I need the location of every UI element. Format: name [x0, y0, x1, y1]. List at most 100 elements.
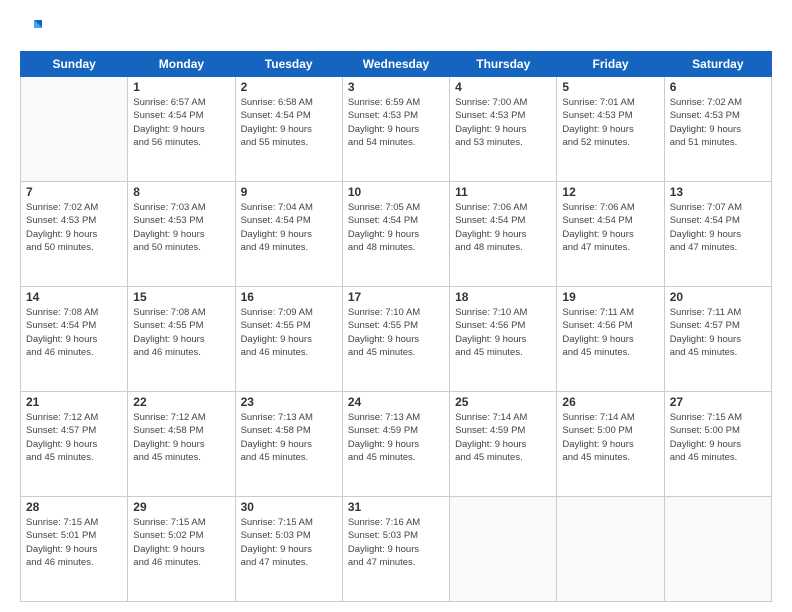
weekday-header: Friday — [557, 52, 664, 77]
weekday-header: Tuesday — [235, 52, 342, 77]
day-number: 1 — [133, 80, 229, 94]
calendar-day-cell: 28 Sunrise: 7:15 AM Sunset: 5:01 PM Dayli… — [21, 497, 128, 602]
day-number: 16 — [241, 290, 337, 304]
day-number: 21 — [26, 395, 122, 409]
calendar-day-cell: 27 Sunrise: 7:15 AM Sunset: 5:00 PM Dayli… — [664, 392, 771, 497]
day-info: Sunrise: 7:14 AM Sunset: 4:59 PM Dayligh… — [455, 411, 551, 464]
day-info: Sunrise: 6:58 AM Sunset: 4:54 PM Dayligh… — [241, 96, 337, 149]
day-info: Sunrise: 7:06 AM Sunset: 4:54 PM Dayligh… — [455, 201, 551, 254]
weekday-header: Wednesday — [342, 52, 449, 77]
day-info: Sunrise: 7:16 AM Sunset: 5:03 PM Dayligh… — [348, 516, 444, 569]
day-number: 8 — [133, 185, 229, 199]
header — [20, 16, 772, 43]
day-info: Sunrise: 7:03 AM Sunset: 4:53 PM Dayligh… — [133, 201, 229, 254]
day-info: Sunrise: 7:11 AM Sunset: 4:57 PM Dayligh… — [670, 306, 766, 359]
day-number: 23 — [241, 395, 337, 409]
calendar-day-cell: 22 Sunrise: 7:12 AM Sunset: 4:58 PM Dayli… — [128, 392, 235, 497]
day-info: Sunrise: 7:00 AM Sunset: 4:53 PM Dayligh… — [455, 96, 551, 149]
calendar-day-cell: 24 Sunrise: 7:13 AM Sunset: 4:59 PM Dayli… — [342, 392, 449, 497]
calendar-day-cell: 29Sunrise: 7:15 AM Sunset: 5:02 PM Dayli… — [128, 497, 235, 602]
calendar-day-cell: 5 Sunrise: 7:01 AM Sunset: 4:53 PM Daylig… — [557, 77, 664, 182]
day-info: Sunrise: 7:11 AM Sunset: 4:56 PM Dayligh… — [562, 306, 658, 359]
calendar-day-cell: 26 Sunrise: 7:14 AM Sunset: 5:00 PM Dayli… — [557, 392, 664, 497]
calendar-week-row: 21 Sunrise: 7:12 AM Sunset: 4:57 PM Dayli… — [21, 392, 772, 497]
calendar-day-cell: 15Sunrise: 7:08 AM Sunset: 4:55 PM Dayli… — [128, 287, 235, 392]
day-number: 27 — [670, 395, 766, 409]
day-info: Sunrise: 7:15 AM Sunset: 5:01 PM Dayligh… — [26, 516, 122, 569]
weekday-header: Thursday — [450, 52, 557, 77]
calendar-day-cell — [450, 497, 557, 602]
weekday-header: Monday — [128, 52, 235, 77]
day-number: 22 — [133, 395, 229, 409]
calendar-day-cell: 18Sunrise: 7:10 AM Sunset: 4:56 PM Dayli… — [450, 287, 557, 392]
calendar-day-cell: 9Sunrise: 7:04 AM Sunset: 4:54 PM Daylig… — [235, 182, 342, 287]
calendar-day-cell: 23 Sunrise: 7:13 AM Sunset: 4:58 PM Dayli… — [235, 392, 342, 497]
calendar-day-cell: 1 Sunrise: 6:57 AM Sunset: 4:54 PM Daylig… — [128, 77, 235, 182]
calendar-day-cell: 21 Sunrise: 7:12 AM Sunset: 4:57 PM Dayli… — [21, 392, 128, 497]
logo-icon — [20, 16, 42, 38]
day-number: 31 — [348, 500, 444, 514]
calendar-day-cell: 16Sunrise: 7:09 AM Sunset: 4:55 PM Dayli… — [235, 287, 342, 392]
calendar-day-cell: 7Sunrise: 7:02 AM Sunset: 4:53 PM Daylig… — [21, 182, 128, 287]
calendar-week-row: 1 Sunrise: 6:57 AM Sunset: 4:54 PM Daylig… — [21, 77, 772, 182]
calendar-day-cell: 11 Sunrise: 7:06 AM Sunset: 4:54 PM Dayli… — [450, 182, 557, 287]
calendar-day-cell: 3 Sunrise: 6:59 AM Sunset: 4:53 PM Daylig… — [342, 77, 449, 182]
day-info: Sunrise: 7:06 AM Sunset: 4:54 PM Dayligh… — [562, 201, 658, 254]
day-number: 28 — [26, 500, 122, 514]
day-number: 5 — [562, 80, 658, 94]
day-info: Sunrise: 7:15 AM Sunset: 5:02 PM Dayligh… — [133, 516, 229, 569]
day-info: Sunrise: 6:59 AM Sunset: 4:53 PM Dayligh… — [348, 96, 444, 149]
calendar-week-row: 28 Sunrise: 7:15 AM Sunset: 5:01 PM Dayli… — [21, 497, 772, 602]
day-info: Sunrise: 7:13 AM Sunset: 4:58 PM Dayligh… — [241, 411, 337, 464]
day-info: Sunrise: 7:14 AM Sunset: 5:00 PM Dayligh… — [562, 411, 658, 464]
logo — [20, 16, 46, 43]
day-number: 24 — [348, 395, 444, 409]
calendar-day-cell — [664, 497, 771, 602]
calendar-day-cell: 14 Sunrise: 7:08 AM Sunset: 4:54 PM Dayli… — [21, 287, 128, 392]
day-info: Sunrise: 7:12 AM Sunset: 4:57 PM Dayligh… — [26, 411, 122, 464]
day-info: Sunrise: 7:08 AM Sunset: 4:54 PM Dayligh… — [26, 306, 122, 359]
day-info: Sunrise: 7:15 AM Sunset: 5:03 PM Dayligh… — [241, 516, 337, 569]
calendar-day-cell: 2Sunrise: 6:58 AM Sunset: 4:54 PM Daylig… — [235, 77, 342, 182]
day-info: Sunrise: 7:13 AM Sunset: 4:59 PM Dayligh… — [348, 411, 444, 464]
calendar-day-cell: 31 Sunrise: 7:16 AM Sunset: 5:03 PM Dayli… — [342, 497, 449, 602]
page: SundayMondayTuesdayWednesdayThursdayFrid… — [0, 0, 792, 612]
day-number: 11 — [455, 185, 551, 199]
day-info: Sunrise: 7:05 AM Sunset: 4:54 PM Dayligh… — [348, 201, 444, 254]
day-number: 7 — [26, 185, 122, 199]
day-number: 30 — [241, 500, 337, 514]
calendar-day-cell: 4 Sunrise: 7:00 AM Sunset: 4:53 PM Daylig… — [450, 77, 557, 182]
calendar-day-cell: 13Sunrise: 7:07 AM Sunset: 4:54 PM Dayli… — [664, 182, 771, 287]
day-info: Sunrise: 6:57 AM Sunset: 4:54 PM Dayligh… — [133, 96, 229, 149]
day-number: 9 — [241, 185, 337, 199]
day-number: 20 — [670, 290, 766, 304]
day-number: 3 — [348, 80, 444, 94]
calendar-day-cell: 30 Sunrise: 7:15 AM Sunset: 5:03 PM Dayli… — [235, 497, 342, 602]
calendar-day-cell: 19 Sunrise: 7:11 AM Sunset: 4:56 PM Dayli… — [557, 287, 664, 392]
calendar-day-cell: 12 Sunrise: 7:06 AM Sunset: 4:54 PM Dayli… — [557, 182, 664, 287]
day-info: Sunrise: 7:07 AM Sunset: 4:54 PM Dayligh… — [670, 201, 766, 254]
calendar-week-row: 7Sunrise: 7:02 AM Sunset: 4:53 PM Daylig… — [21, 182, 772, 287]
day-number: 26 — [562, 395, 658, 409]
weekday-header: Saturday — [664, 52, 771, 77]
calendar-day-cell: 8 Sunrise: 7:03 AM Sunset: 4:53 PM Daylig… — [128, 182, 235, 287]
day-info: Sunrise: 7:01 AM Sunset: 4:53 PM Dayligh… — [562, 96, 658, 149]
calendar-table: SundayMondayTuesdayWednesdayThursdayFrid… — [20, 51, 772, 602]
day-number: 4 — [455, 80, 551, 94]
day-number: 17 — [348, 290, 444, 304]
calendar-day-cell: 17 Sunrise: 7:10 AM Sunset: 4:55 PM Dayli… — [342, 287, 449, 392]
calendar-day-cell: 25Sunrise: 7:14 AM Sunset: 4:59 PM Dayli… — [450, 392, 557, 497]
day-number: 6 — [670, 80, 766, 94]
day-number: 14 — [26, 290, 122, 304]
day-info: Sunrise: 7:15 AM Sunset: 5:00 PM Dayligh… — [670, 411, 766, 464]
weekday-header: Sunday — [21, 52, 128, 77]
day-info: Sunrise: 7:12 AM Sunset: 4:58 PM Dayligh… — [133, 411, 229, 464]
day-number: 19 — [562, 290, 658, 304]
day-number: 18 — [455, 290, 551, 304]
calendar-day-cell: 20 Sunrise: 7:11 AM Sunset: 4:57 PM Dayli… — [664, 287, 771, 392]
day-info: Sunrise: 7:08 AM Sunset: 4:55 PM Dayligh… — [133, 306, 229, 359]
day-info: Sunrise: 7:02 AM Sunset: 4:53 PM Dayligh… — [670, 96, 766, 149]
calendar-week-row: 14 Sunrise: 7:08 AM Sunset: 4:54 PM Dayli… — [21, 287, 772, 392]
day-number: 12 — [562, 185, 658, 199]
day-info: Sunrise: 7:10 AM Sunset: 4:55 PM Dayligh… — [348, 306, 444, 359]
